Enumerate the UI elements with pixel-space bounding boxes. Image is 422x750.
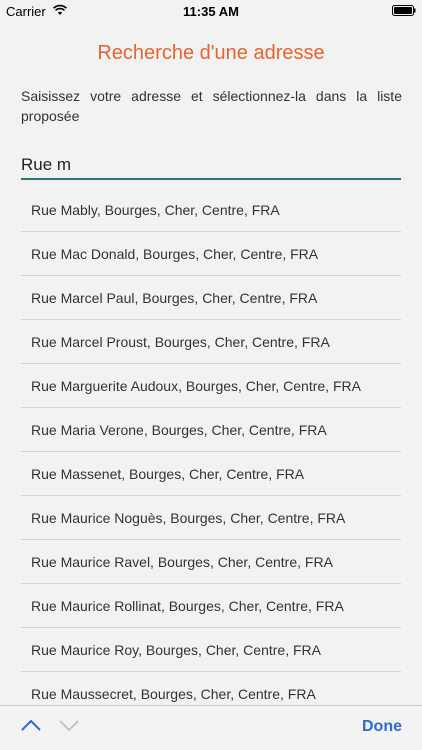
- status-time: 11:35 AM: [183, 4, 239, 19]
- keyboard-toolbar: Done: [0, 705, 422, 750]
- page-title: Recherche d'une adresse: [97, 42, 325, 64]
- suggestion-item[interactable]: Rue Marcel Proust, Bourges, Cher, Centre…: [21, 320, 401, 364]
- chevron-down-icon[interactable]: [58, 718, 80, 732]
- suggestion-item[interactable]: Rue Maria Verone, Bourges, Cher, Centre,…: [21, 408, 401, 452]
- instructions-text: Saisissez votre adresse et sélectionnez-…: [21, 88, 402, 124]
- suggestion-item[interactable]: Rue Maurice Roy, Bourges, Cher, Centre, …: [21, 628, 401, 672]
- done-button[interactable]: Done: [362, 718, 402, 736]
- suggestion-item[interactable]: Rue Marguerite Audoux, Bourges, Cher, Ce…: [21, 364, 401, 408]
- status-bar: Carrier 11:35 AM: [0, 0, 422, 22]
- battery-icon: [392, 5, 416, 16]
- suggestion-item[interactable]: Rue Massenet, Bourges, Cher, Centre, FRA: [21, 452, 401, 496]
- suggestion-item[interactable]: Rue Maurice Noguès, Bourges, Cher, Centr…: [21, 496, 401, 540]
- chevron-up-icon[interactable]: [20, 718, 42, 732]
- suggestion-item[interactable]: Rue Maurice Rollinat, Bourges, Cher, Cen…: [21, 584, 401, 628]
- suggestion-item[interactable]: Rue Maurice Ravel, Bourges, Cher, Centre…: [21, 540, 401, 584]
- suggestion-item[interactable]: Rue Mably, Bourges, Cher, Centre, FRA: [21, 188, 401, 232]
- address-search-input[interactable]: [21, 152, 401, 180]
- suggestion-list: Rue Mably, Bourges, Cher, Centre, FRA Ru…: [21, 188, 401, 716]
- suggestion-item[interactable]: Rue Mac Donald, Bourges, Cher, Centre, F…: [21, 232, 401, 276]
- suggestion-item[interactable]: Rue Marcel Paul, Bourges, Cher, Centre, …: [21, 276, 401, 320]
